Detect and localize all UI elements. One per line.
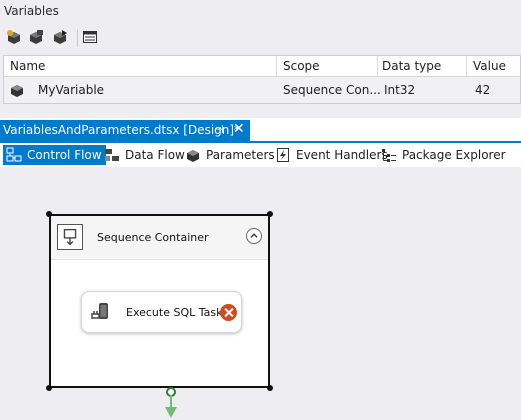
tab-package-explorer[interactable]: Package Explorer	[381, 145, 506, 165]
grid-header: Name Scope Data type Value	[4, 56, 520, 77]
add-variable-icon[interactable]	[6, 29, 22, 45]
variable-icon	[11, 85, 23, 97]
error-icon[interactable]	[220, 304, 237, 321]
variables-toolbar	[0, 24, 521, 54]
tab-data-flow[interactable]: Data Flow	[104, 145, 185, 165]
resize-handle[interactable]	[267, 385, 273, 391]
column-header-data-type[interactable]: Data type	[382, 59, 441, 73]
variable-name-cell[interactable]: MyVariable	[38, 83, 104, 97]
table-row[interactable]: MyVariable Sequence Con... Int32 42	[4, 77, 520, 103]
document-tab-strip: VariablesAndParameters.dtsx [Design]* ⊣ …	[0, 118, 521, 143]
sequence-container-title: Sequence Container	[97, 231, 209, 244]
close-icon[interactable]: ✕	[233, 121, 245, 137]
column-divider[interactable]	[377, 56, 378, 76]
resize-handle[interactable]	[267, 211, 273, 217]
column-divider[interactable]	[276, 56, 277, 76]
variables-panel-title-bar: Variables	[0, 0, 521, 22]
variable-data-type-cell[interactable]: Int32	[384, 83, 415, 97]
chevron-up-icon[interactable]	[246, 228, 262, 244]
tab-label: Package Explorer	[402, 148, 506, 162]
variables-grid: Name Scope Data type Value MyVariable Se…	[3, 55, 521, 104]
column-header-name[interactable]: Name	[10, 59, 45, 73]
tab-label: Control Flow	[27, 148, 102, 162]
execute-sql-task-label: Execute SQL Task	[126, 306, 223, 319]
resize-handle[interactable]	[46, 385, 52, 391]
event-handlers-icon	[277, 148, 289, 162]
execute-sql-task-icon	[91, 303, 108, 319]
resize-handle[interactable]	[46, 211, 52, 217]
variables-panel-title: Variables	[4, 4, 59, 18]
column-divider[interactable]	[466, 56, 467, 76]
package-explorer-icon	[382, 149, 396, 162]
variable-value-cell[interactable]: 42	[475, 83, 490, 97]
data-flow-icon	[105, 149, 119, 161]
grid-options-icon[interactable]	[82, 29, 98, 45]
move-variable-icon[interactable]	[52, 29, 68, 45]
designer-tab-bar: Control Flow Data Flow Parameters Event …	[0, 143, 521, 167]
parameters-icon	[187, 150, 199, 162]
column-header-value[interactable]: Value	[473, 59, 506, 73]
tab-parameters[interactable]: Parameters	[185, 145, 275, 165]
pin-icon[interactable]: ⊣	[214, 123, 224, 136]
document-tab-title: VariablesAndParameters.dtsx [Design]*	[3, 123, 241, 137]
delete-variable-icon[interactable]	[28, 29, 44, 45]
document-tab[interactable]: VariablesAndParameters.dtsx [Design]* ⊣ …	[0, 120, 250, 141]
toolbar-separator	[77, 29, 78, 47]
control-flow-icon	[6, 147, 22, 162]
precedence-arrow-icon[interactable]	[165, 407, 177, 418]
sequence-container-icon	[57, 224, 83, 250]
sequence-container-header[interactable]: Sequence Container	[51, 216, 268, 260]
column-header-scope[interactable]: Scope	[283, 59, 320, 73]
execute-sql-task[interactable]: Execute SQL Task	[81, 291, 242, 333]
tab-label: Parameters	[206, 148, 275, 162]
tab-label: Data Flow	[125, 148, 185, 162]
tab-control-flow[interactable]: Control Flow	[3, 145, 106, 165]
tab-label: Event Handlers	[296, 148, 388, 162]
variable-scope-cell[interactable]: Sequence Con...	[283, 83, 381, 97]
tab-event-handlers[interactable]: Event Handlers	[275, 145, 388, 165]
